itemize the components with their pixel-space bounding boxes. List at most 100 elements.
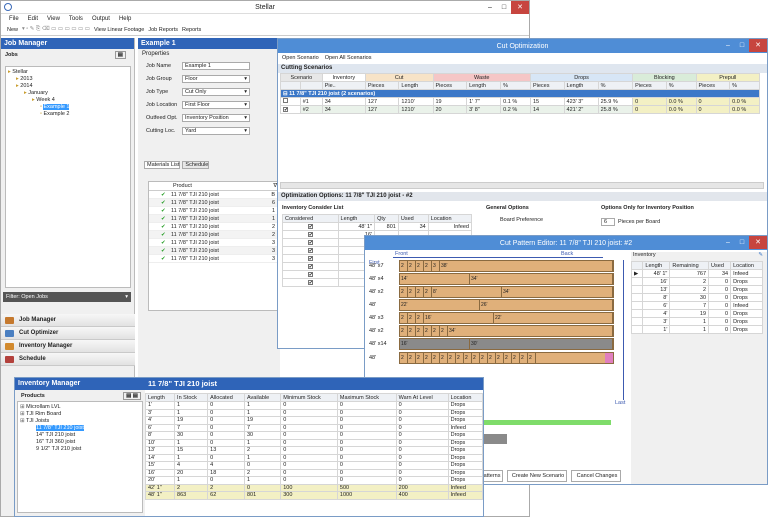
cut-piece[interactable]: 2 [416,287,424,297]
checkbox[interactable]: ✔ [307,271,313,277]
cut-piece[interactable]: 2 [456,352,464,363]
table-row[interactable]: 15' 4 4 0 0 0 0 Drops [144,461,483,470]
create-new-scenario-button[interactable]: Create New Scenario [507,470,567,482]
cut-piece[interactable]: 16' [400,339,470,349]
tree-item[interactable]: 9 1/2" TJI 210 joist [20,446,140,453]
cut-piece[interactable]: 2 [480,352,488,363]
minimize-icon[interactable]: – [483,1,497,14]
table-row[interactable]: 48' 1" 863 62 801 300 1000 400 Infeed [144,491,483,500]
cut-piece[interactable]: 2 [424,352,432,363]
inventory-row[interactable]: 8' 30 0 Drops [630,293,763,302]
property-value[interactable]: Cut Only ▾ [182,87,250,96]
scenarios-hscrollbar[interactable] [280,182,764,189]
table-row[interactable]: 8' 30 0 30 0 0 0 Drops [144,431,483,440]
property-value[interactable]: Yard ▾ [182,126,250,135]
checkbox[interactable] [283,98,288,103]
tree-item[interactable]: 14" TJI 210 joist [20,432,140,439]
table-row[interactable]: ✔ 11 7/8" TJI 210 joist 2 [149,231,279,239]
table-row[interactable]: ✔ 11 7/8" TJI 210 joist 3 [149,239,279,247]
checkbox[interactable]: ✔ [283,106,288,112]
cut-piece[interactable]: 2 [424,326,432,336]
scenario-checkbox[interactable] [280,97,301,106]
menu-item-view[interactable]: View [47,14,60,24]
inventory-row[interactable]: 4' 19 0 Drops [630,309,763,318]
table-row[interactable]: ✔ 11 7/8" TJI 210 joist 6 [149,199,279,207]
menu-item-tools[interactable]: Tools [69,14,83,24]
considered-checkbox[interactable]: ✔ [282,262,339,271]
maximize-icon[interactable]: □ [497,1,511,14]
scenario-row[interactable]: ✔ #2 34 127 1210' 20 3' 8" 0.2 % 14 421' 2" 25.8 %… [280,105,760,114]
cut-piece[interactable]: 2 [528,352,536,363]
checkbox[interactable]: ✔ [307,223,313,229]
nav-item-job-manager[interactable]: Job Manager [1,314,135,327]
products-toolbar-icons[interactable]: ▤ ▤ [123,391,141,400]
pattern-row[interactable]: 48' x4 14' 34' [369,273,619,285]
cut-piece[interactable]: 34' [502,287,613,297]
checkbox[interactable]: ✔ [307,239,313,245]
considered-checkbox[interactable]: ✔ [282,238,339,247]
tree-item[interactable]: ▸ January [8,90,128,97]
cut-piece[interactable]: 14' [400,274,470,284]
inventory-row[interactable]: ▶ 48' 1" 767 34 Infeed [630,269,763,278]
menu-item-output[interactable]: Output [92,14,110,24]
cut-piece[interactable]: 2 [416,326,424,336]
cut-piece[interactable]: 2 [496,352,504,363]
inventory-row[interactable]: 16' 2 0 Drops [630,277,763,286]
table-row[interactable]: ✔ 11 7/8" TJI 210 joist 2 [149,223,279,231]
table-row[interactable]: 3' 1 0 1 0 0 0 Drops [144,408,483,417]
minimize-icon[interactable]: – [721,236,735,249]
tree-item[interactable]: ⊞ TJI Rim Board [20,411,140,418]
cut-piece[interactable]: 2 [400,287,408,297]
close-icon[interactable]: ✕ [749,39,767,52]
checkbox[interactable]: ✔ [307,255,313,261]
pattern-row[interactable]: 48' x2 2 2 2 2 2 2 34' [369,325,619,337]
table-row[interactable]: ✔ 11 7/8" TJI 210 joist B [149,191,279,199]
job-reports-button[interactable]: Job Reports [148,27,178,33]
tree-item[interactable]: ▸ Week 4 [8,97,128,104]
cut-piece[interactable]: 3 [432,261,440,271]
cut-piece[interactable]: 8' [432,287,502,297]
jobs-toolbar-icons[interactable]: ▤ [114,50,126,59]
scenario-checkbox[interactable]: ✔ [280,105,301,114]
cut-piece[interactable]: 2 [504,352,512,363]
property-value[interactable]: Inventory Position ▾ [182,113,250,122]
tree-item[interactable]: ▫ Example 1 [8,104,128,111]
cut-piece[interactable]: 2 [400,352,408,363]
considered-checkbox[interactable]: ✔ [282,246,339,255]
cut-piece[interactable]: 2 [424,261,432,271]
brush-icon[interactable]: ✎ [758,252,763,261]
cut-piece[interactable]: 2 [400,326,408,336]
scenario-group-row[interactable]: ⊟ 11 7/8" TJI 210 joist (2 scenarios) [280,89,760,98]
cut-piece[interactable]: 2 [416,352,424,363]
considered-checkbox[interactable]: ✔ [282,270,339,279]
minimize-icon[interactable]: – [721,39,735,52]
cut-piece[interactable]: 2 [512,352,520,363]
checkbox[interactable]: ✔ [307,279,313,285]
cut-piece[interactable]: 2 [416,261,424,271]
inventory-row[interactable]: 13' 2 0 Drops [630,285,763,294]
table-row[interactable]: 14' 1 0 1 0 0 0 Drops [144,453,483,462]
cut-piece[interactable]: 2 [408,326,416,336]
tab-schedule[interactable]: Schedule [182,161,210,169]
reports-button[interactable]: Reports [182,27,201,33]
cut-piece[interactable]: 34' [448,326,613,336]
cut-piece[interactable]: 2 [424,287,432,297]
cut-piece[interactable]: 2 [520,352,528,363]
scenario-row[interactable]: #1 34 127 1210' 19 1' 7" 0.1 % 15 423' 3" 25.9 % 0… [280,97,760,106]
menu-item-edit[interactable]: Edit [28,14,38,24]
tree-item[interactable]: ▸ Stellar [8,69,128,76]
cut-piece[interactable]: 22' [400,300,480,310]
cancel-changes-button[interactable]: Cancel Changes [571,470,621,482]
tab-materials-list[interactable]: Materials List [144,161,181,169]
tree-item[interactable]: 16" TJI 360 joist [20,439,140,446]
table-row[interactable]: 10' 1 0 1 0 0 0 Drops [144,438,483,447]
cut-piece[interactable]: 2 [472,352,480,363]
checkbox[interactable]: ✔ [307,247,313,253]
cut-piece[interactable]: 2 [440,352,448,363]
inventory-row[interactable]: 1' 1 0 Drops [630,325,763,334]
cut-piece[interactable]: 30' [470,339,613,349]
inventory-row[interactable]: 3' 1 0 Drops [630,317,763,326]
table-row[interactable]: 4' 19 0 19 0 0 0 Drops [144,416,483,425]
menu-item-file[interactable]: File [9,14,19,24]
tree-item[interactable]: ▸ 2014 [8,83,128,90]
